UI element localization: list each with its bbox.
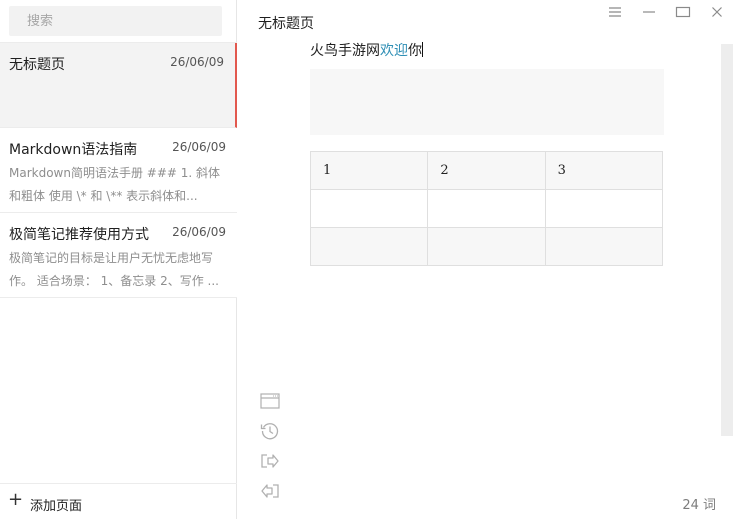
note-preview: Markdown简明语法手册 ### 1. 斜体和粗体 使用 \* 和 \** … bbox=[9, 166, 221, 203]
table-cell[interactable] bbox=[427, 189, 546, 228]
add-page-label: 添加页面 bbox=[30, 499, 83, 514]
window-controls bbox=[605, 4, 727, 20]
table-row: 1 2 3 bbox=[309, 151, 664, 190]
text-highlighted: 欢迎 bbox=[380, 43, 408, 59]
window-icon[interactable] bbox=[259, 390, 281, 412]
menu-icon[interactable] bbox=[605, 4, 625, 20]
text-caret bbox=[422, 42, 423, 57]
plus-icon: + bbox=[8, 489, 24, 510]
maximize-icon[interactable] bbox=[673, 4, 693, 20]
note-preview bbox=[9, 77, 227, 123]
note-item-selected[interactable]: 无标题页 26/06/09 bbox=[0, 43, 237, 128]
markdown-table[interactable]: 1 2 3 bbox=[309, 151, 664, 266]
minimize-icon[interactable] bbox=[639, 4, 659, 20]
note-title: 无标题页 bbox=[9, 57, 65, 73]
page-title: 无标题页 bbox=[258, 16, 314, 32]
close-icon[interactable] bbox=[707, 4, 727, 20]
word-count: 24 词 bbox=[682, 498, 716, 513]
table-cell[interactable]: 2 bbox=[427, 151, 546, 190]
text-line[interactable]: 火鸟手游网欢迎你 bbox=[310, 40, 666, 62]
table-row bbox=[309, 189, 664, 228]
note-preview: 极简笔记的目标是让用户无忧无虑地写作。 适合场景： 1、备忘录 2、写作 ... bbox=[9, 251, 219, 288]
search-input[interactable] bbox=[9, 6, 222, 36]
note-date: 26/06/09 bbox=[172, 225, 226, 239]
editor-pane: 无标题页 火鸟手游网欢迎你 1 2 3 24 词 bbox=[238, 0, 735, 519]
note-date: 26/06/09 bbox=[172, 140, 226, 154]
note-date: 26/06/09 bbox=[170, 55, 224, 69]
table-cell[interactable]: 1 bbox=[309, 151, 429, 190]
search-box[interactable] bbox=[9, 6, 222, 36]
table-row bbox=[309, 227, 664, 266]
note-title: Markdown语法指南 bbox=[9, 142, 138, 158]
sidebar: 无标题页 26/06/09 Markdown语法指南 26/06/09 Mark… bbox=[0, 0, 237, 519]
history-icon[interactable] bbox=[259, 420, 281, 442]
note-list: 无标题页 26/06/09 Markdown语法指南 26/06/09 Mark… bbox=[0, 43, 237, 298]
note-item[interactable]: 极简笔记推荐使用方式 26/06/09 极简笔记的目标是让用户无忧无虑地写作。 … bbox=[0, 213, 237, 298]
export-icon[interactable] bbox=[259, 450, 281, 472]
table-cell[interactable] bbox=[309, 227, 429, 266]
scrollbar[interactable] bbox=[721, 44, 733, 436]
table-cell[interactable] bbox=[544, 227, 664, 266]
code-block[interactable] bbox=[310, 69, 664, 135]
note-item[interactable]: Markdown语法指南 26/06/09 Markdown简明语法手册 ###… bbox=[0, 128, 237, 213]
editor-content[interactable]: 火鸟手游网欢迎你 1 2 3 bbox=[309, 40, 666, 266]
table-cell[interactable] bbox=[544, 189, 664, 228]
add-page-button[interactable]: + 添加页面 bbox=[0, 483, 237, 519]
text-plain: 火鸟手游网 bbox=[310, 43, 380, 59]
note-title: 极简笔记推荐使用方式 bbox=[9, 227, 149, 243]
table-cell[interactable] bbox=[427, 227, 546, 266]
text-plain-end: 你 bbox=[408, 43, 422, 59]
import-icon[interactable] bbox=[259, 480, 281, 502]
table-cell[interactable] bbox=[309, 189, 429, 228]
table-cell[interactable]: 3 bbox=[544, 151, 664, 190]
side-toolbar bbox=[259, 390, 281, 510]
